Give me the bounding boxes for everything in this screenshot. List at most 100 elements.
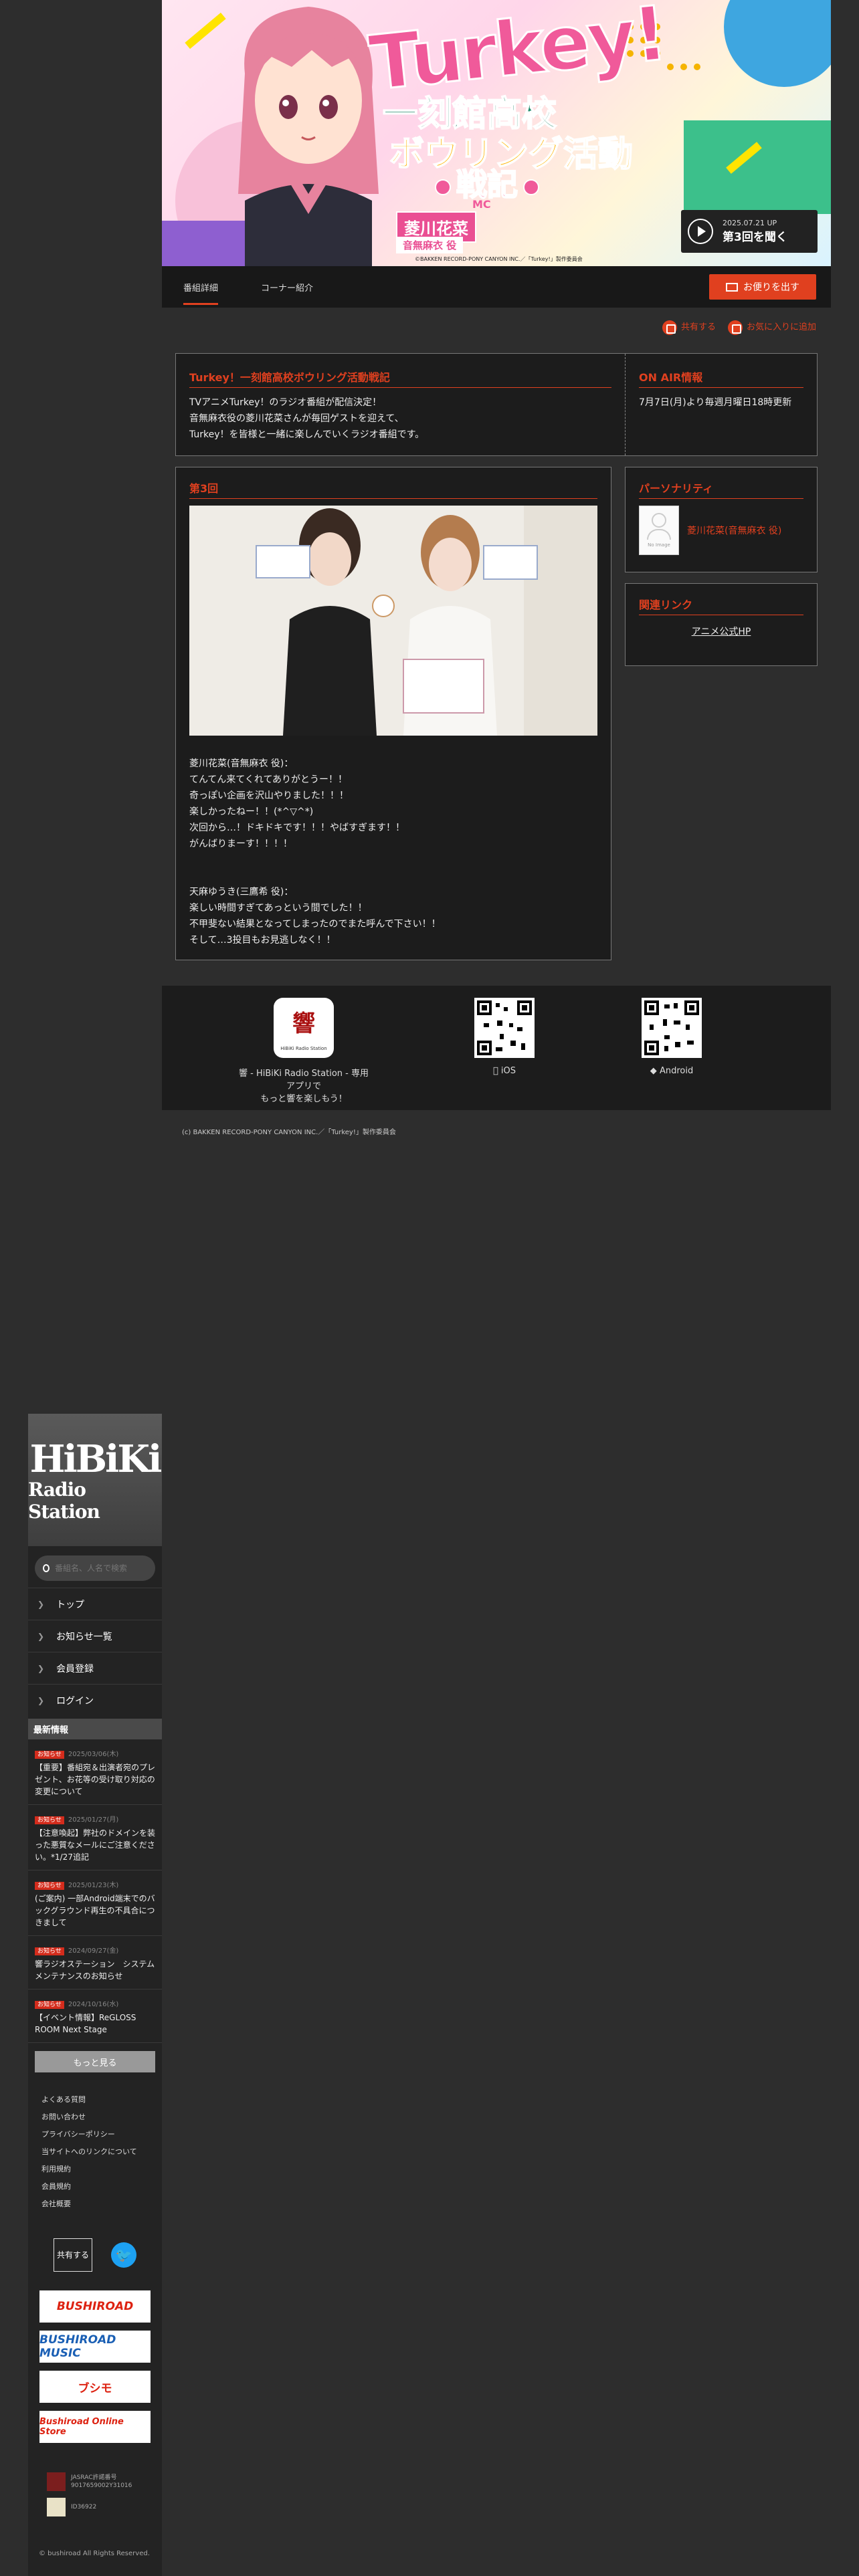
episode-title: 第3回	[189, 479, 597, 499]
android-download[interactable]: ◆ Android	[638, 998, 705, 1076]
ios-download[interactable]:  iOS	[471, 998, 538, 1076]
personality-title: パーソナリティ	[639, 479, 803, 499]
favorite-button[interactable]: お気に入りに追加	[727, 320, 816, 335]
news-badge: お知らせ	[35, 1751, 64, 1759]
link-linking[interactable]: 当サイトへのリンクについて	[41, 2143, 149, 2161]
listen-episode-button[interactable]: 2025.07.21 UP 第3回を聞く	[681, 210, 818, 253]
hibiki-app-logo[interactable]: 響 HiBiKi Radio Station	[274, 998, 334, 1058]
link-company[interactable]: 会社概要	[41, 2195, 149, 2213]
bushiroad-store-banner[interactable]: Bushiroad Online Store	[39, 2411, 151, 2443]
news-title: 響ラジオステーション システムメンテナンスのお知らせ	[35, 1959, 155, 1981]
send-mail-label: お便りを出す	[743, 282, 799, 293]
news-badge: お知らせ	[35, 1816, 64, 1824]
news-heading: 最新情報	[28, 1719, 162, 1739]
jasrac-number: 9017659002Y31016	[71, 2482, 132, 2489]
app-promo-line: もっと響を楽しもう！	[260, 1094, 347, 1104]
program-info-box: Turkey！一刻館高校ボウリング活動戦記 TVアニメTurkey！のラジオ番組…	[175, 353, 818, 456]
episode-comment-line: そして…3投目もお見逃しなく！！	[189, 935, 336, 946]
onair-info: ON AIR情報 7月7日(月)より毎週月曜日18時更新	[626, 354, 817, 455]
apple-icon: 	[493, 1066, 498, 1076]
episode-comment-line: 奇っぽい企画を沢山やりました！！！	[189, 790, 349, 801]
episode-comment-line: 菱川花菜(音無麻衣 役)：	[189, 758, 294, 769]
search-icon	[43, 1564, 50, 1572]
chevron-right-icon: ❯	[37, 1631, 45, 1641]
star-icon	[727, 320, 743, 335]
link-contact[interactable]: お問い合わせ	[41, 2109, 149, 2126]
nextone-logo-icon	[47, 2498, 66, 2516]
bushiroad-banner[interactable]: BUSHIROAD	[39, 2290, 151, 2323]
sidebar-item-register[interactable]: ❯ 会員登録	[28, 1652, 162, 1684]
news-title: 【イベント情報】ReGLOSS ROOM Next Stage	[35, 2013, 136, 2034]
listen-label: 第3回を聞く	[723, 231, 787, 244]
program-tab-bar: 番組詳細 コーナー紹介 お便りを出す	[162, 266, 831, 308]
bushiroad-music-banner[interactable]: BUSHIROAD MUSIC	[39, 2331, 151, 2363]
news-item[interactable]: お知らせ 2024/10/16(水) 【イベント情報】ReGLOSS ROOM N…	[28, 1990, 162, 2043]
personality-box: パーソナリティ No Image 菱川花菜(音無麻衣 役)	[625, 467, 818, 572]
episode-comment-line: 不甲斐ない結果となってしまったのでまた呼んで下さい！！	[189, 919, 441, 930]
news-title: 【注意喚起】弊社のドメインを装った悪質なメールにご注意ください。*1/27追記	[35, 1828, 156, 1862]
episode-photo	[189, 506, 597, 736]
episode-comment-line: てんてん来てくれてありがとうー！！	[189, 774, 348, 785]
news-date: 2024/10/16(水)	[68, 2001, 119, 2008]
search-input[interactable]	[55, 1564, 155, 1573]
share-button[interactable]: 共有する	[662, 320, 716, 335]
bushimo-banner[interactable]: ブシモ	[39, 2371, 151, 2403]
episode-comment-line: 楽しかったねー！！(*^▽^*)	[189, 807, 314, 817]
episode-comments: 菱川花菜(音無麻衣 役)： てんてん来てくれてありがとうー！！ 奇っぽい企画を沢…	[189, 756, 597, 948]
sidebar: HiBiKi Radio Station ❯トップ ❯お知らせ一覧 ❯会員登録 …	[28, 1414, 162, 2576]
sidebar-copyright: © bushiroad All Rights Reserved.	[39, 2550, 150, 2557]
tab-program-detail[interactable]: 番組詳細	[183, 281, 219, 305]
episode-comment-line: 次回から…！ドキドキです！！！やばすぎます！！	[189, 823, 405, 833]
news-date: 2025/01/27(月)	[68, 1816, 119, 1824]
link-terms[interactable]: 利用規約	[41, 2161, 149, 2178]
news-title: 【重要】番組宛＆出演者宛のプレゼント、お花等の受け取り対応の変更について	[35, 1763, 156, 1796]
personality-name: 菱川花菜(音無麻衣 役)	[687, 526, 782, 536]
news-item[interactable]: お知らせ 2025/01/27(月) 【注意喚起】弊社のドメインを装った悪質なメー…	[28, 1805, 162, 1870]
twitter-icon[interactable]: 🐦	[111, 2242, 136, 2268]
share-row: 共有する お気に入りに追加	[662, 320, 816, 335]
news-item[interactable]: お知らせ 2025/01/23(木) (ご案内) 一部Android端末でのバック…	[28, 1870, 162, 1936]
tab-corner-intro[interactable]: コーナー紹介	[261, 281, 313, 294]
hibiki-logo-icon: 響 HiBiKi Radio Station	[280, 1010, 327, 1051]
chevron-right-icon: ❯	[37, 1695, 45, 1705]
jasrac-logo-icon	[47, 2472, 66, 2491]
svg-text:HiBiKi Radio Station: HiBiKi Radio Station	[280, 1046, 327, 1051]
more-news-button[interactable]: もっと見る	[35, 2051, 155, 2072]
app-promo: 響 HiBiKi Radio Station 響 - HiBiKi Radio …	[237, 998, 371, 1104]
news-badge: お知らせ	[35, 1882, 64, 1890]
sidebar-share-button[interactable]: 共有する	[54, 2238, 92, 2272]
related-links-title: 関連リンク	[639, 596, 803, 615]
qr-code-icon	[477, 1000, 532, 1055]
app-promo-line: 響 - HiBiKi Radio Station - 専用アプリで	[239, 1069, 369, 1091]
news-date: 2025/03/06(木)	[68, 1751, 119, 1758]
sidebar-item-news[interactable]: ❯ お知らせ一覧	[28, 1620, 162, 1652]
search-box[interactable]	[35, 1555, 155, 1581]
news-date: 2024/09/27(金)	[68, 1947, 119, 1955]
android-icon: ◆	[650, 1066, 657, 1076]
anime-official-link[interactable]: アニメ公式HP	[639, 625, 803, 638]
episode-comment-line: 天麻ゆうき(三鷹希 役)：	[189, 887, 294, 897]
episode-comment-line: がんばりまーす！！！！	[189, 839, 292, 849]
onair-title: ON AIR情報	[639, 368, 803, 388]
ios-qr-code	[474, 998, 535, 1058]
hibiki-logo[interactable]: HiBiKi Radio Station	[28, 1414, 162, 1546]
send-mail-button[interactable]: お便りを出す	[709, 274, 816, 300]
play-icon	[688, 219, 713, 244]
link-privacy[interactable]: プライバシーポリシー	[41, 2126, 149, 2143]
hero-copyright: ©BAKKEN RECORD-PONY CANYON INC.／「Turkey!…	[415, 256, 583, 262]
ios-label:  iOS	[471, 1066, 538, 1076]
sidebar-item-login[interactable]: ❯ ログイン	[28, 1684, 162, 1716]
news-item[interactable]: お知らせ 2024/09/27(金) 響ラジオステーション システムメンテナンスの…	[28, 1936, 162, 1990]
link-faq[interactable]: よくある質問	[41, 2091, 149, 2109]
sidebar-item-top[interactable]: ❯ トップ	[28, 1588, 162, 1620]
episode-comment-line: 楽しい時間すぎてあっという間でした！！	[189, 903, 367, 914]
link-member-terms[interactable]: 会員規約	[41, 2178, 149, 2195]
news-title: (ご案内) 一部Android端末でのバックグラウンド再生の不具合につきまして	[35, 1894, 155, 1927]
android-qr-code	[642, 998, 702, 1058]
news-date: 2025/01/23(木)	[68, 1882, 119, 1889]
personality-item[interactable]: No Image 菱川花菜(音無麻衣 役)	[639, 506, 803, 555]
news-item[interactable]: お知らせ 2025/03/06(木) 【重要】番組宛＆出演者宛のプレゼント、お花等…	[28, 1739, 162, 1805]
jasrac-license: JASRAC許諾番号 9017659002Y31016	[47, 2472, 162, 2491]
news-badge: お知らせ	[35, 2001, 64, 2009]
program-title: Turkey！一刻館高校ボウリング活動戦記	[189, 368, 611, 388]
